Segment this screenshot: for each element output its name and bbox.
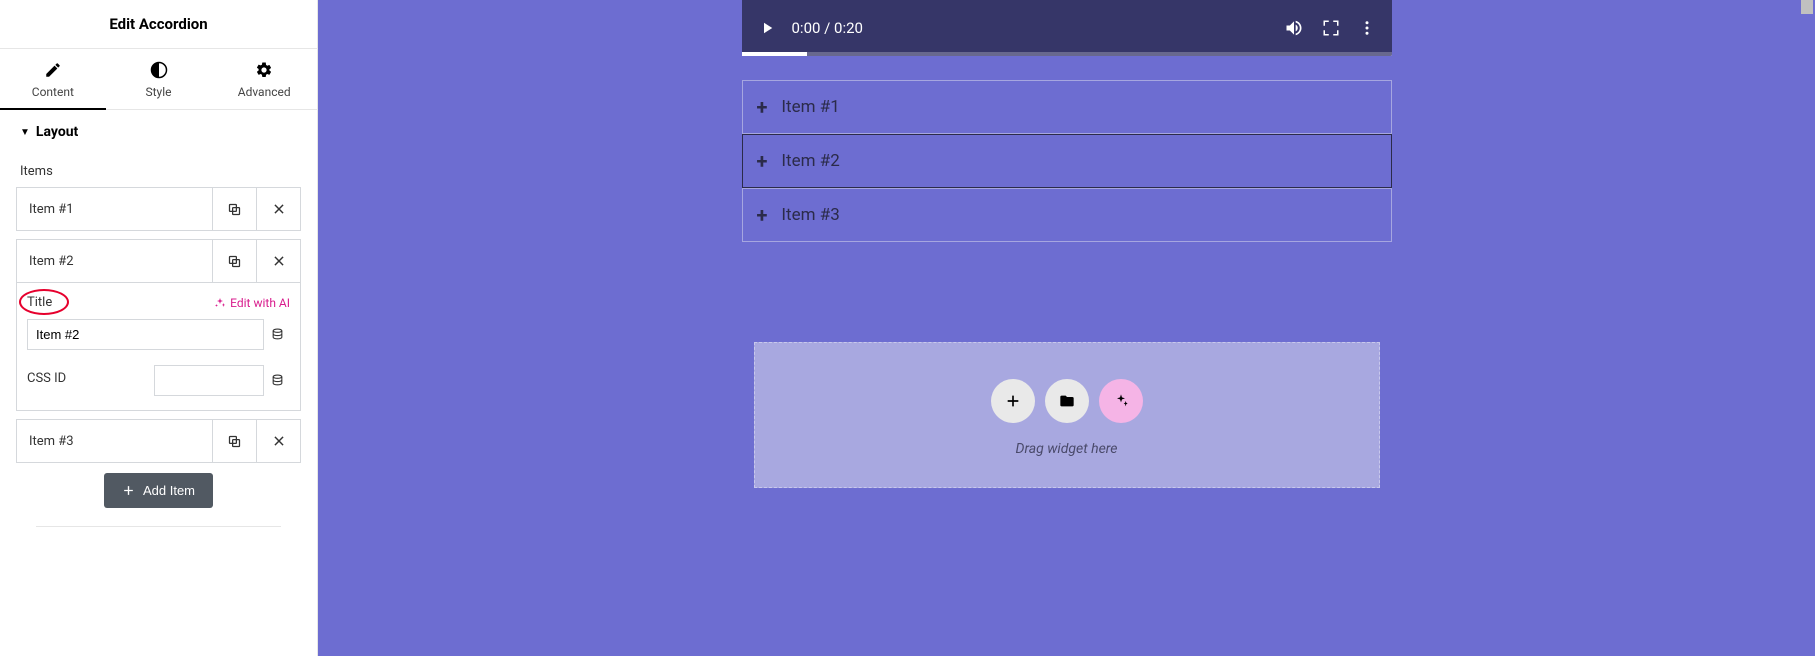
ai-generate-button[interactable] bbox=[1099, 379, 1143, 423]
add-widget-button[interactable] bbox=[991, 379, 1035, 423]
preview-canvas: 0:00 / 0:20 + Item #1 + Item #2 + Item #… bbox=[318, 0, 1815, 656]
database-icon bbox=[271, 374, 284, 387]
template-library-button[interactable] bbox=[1045, 379, 1089, 423]
plus-icon: + bbox=[757, 149, 768, 173]
title-input[interactable] bbox=[27, 319, 264, 350]
plus-icon: + bbox=[757, 203, 768, 227]
accordion-item-label: Item #1 bbox=[781, 97, 839, 117]
copy-icon bbox=[227, 254, 242, 269]
accordion-item[interactable]: + Item #2 bbox=[742, 134, 1392, 188]
video-player-controls: 0:00 / 0:20 bbox=[742, 0, 1392, 56]
section-layout-label: Layout bbox=[36, 124, 78, 140]
title-field-label: Title bbox=[27, 295, 52, 310]
pencil-icon bbox=[44, 61, 62, 79]
divider bbox=[36, 526, 281, 527]
contrast-icon bbox=[150, 61, 168, 79]
dropzone-text: Drag widget here bbox=[755, 441, 1379, 457]
dynamic-tags-button[interactable] bbox=[264, 364, 290, 396]
accordion-item-label: Item #2 bbox=[781, 151, 839, 171]
item-row-label[interactable]: Item #2 bbox=[17, 240, 212, 282]
items-label: Items bbox=[0, 146, 317, 187]
copy-icon bbox=[227, 202, 242, 217]
panel-tabs: Content Style Advanced bbox=[0, 49, 317, 110]
video-time: 0:00 / 0:20 bbox=[792, 19, 863, 37]
item-expanded-panel: Title Edit with AI CSS ID bbox=[16, 283, 301, 411]
plus-icon bbox=[122, 484, 135, 497]
database-icon bbox=[271, 328, 284, 341]
sparkle-icon bbox=[1113, 393, 1129, 409]
cssid-input[interactable] bbox=[154, 365, 264, 396]
tab-style[interactable]: Style bbox=[106, 49, 212, 109]
widget-dropzone[interactable]: Drag widget here bbox=[754, 342, 1380, 488]
sparkle-icon bbox=[214, 297, 226, 309]
close-icon bbox=[272, 202, 286, 216]
more-vertical-icon[interactable] bbox=[1358, 19, 1376, 37]
play-icon[interactable] bbox=[758, 19, 776, 37]
plus-icon: + bbox=[757, 95, 768, 119]
item-row-label[interactable]: Item #1 bbox=[17, 188, 212, 230]
item-row-label[interactable]: Item #3 bbox=[17, 420, 212, 462]
accordion-item[interactable]: + Item #3 bbox=[742, 188, 1392, 242]
dynamic-tags-button[interactable] bbox=[264, 318, 290, 350]
volume-icon[interactable] bbox=[1284, 18, 1304, 38]
duplicate-button[interactable] bbox=[212, 420, 256, 462]
delete-button[interactable] bbox=[256, 188, 300, 230]
gear-icon bbox=[255, 61, 273, 79]
caret-down-icon: ▼ bbox=[20, 127, 30, 138]
plus-icon bbox=[1005, 393, 1021, 409]
accordion-widget: + Item #1 + Item #2 + Item #3 bbox=[742, 80, 1392, 242]
items-list: Item #1 Item #2 Title bbox=[0, 187, 317, 527]
close-icon bbox=[272, 434, 286, 448]
close-icon bbox=[272, 254, 286, 268]
duplicate-button[interactable] bbox=[212, 240, 256, 282]
item-row: Item #2 bbox=[16, 239, 301, 283]
folder-icon bbox=[1059, 393, 1075, 409]
item-row: Item #3 bbox=[16, 419, 301, 463]
accordion-item-label: Item #3 bbox=[781, 205, 839, 225]
delete-button[interactable] bbox=[256, 240, 300, 282]
panel-title: Edit Accordion bbox=[0, 0, 317, 49]
accordion-item[interactable]: + Item #1 bbox=[742, 80, 1392, 134]
copy-icon bbox=[227, 434, 242, 449]
add-item-button[interactable]: Add Item bbox=[104, 473, 213, 508]
tab-advanced[interactable]: Advanced bbox=[211, 49, 317, 109]
edit-with-ai-link[interactable]: Edit with AI bbox=[214, 296, 290, 310]
editor-panel: Edit Accordion Content Style Advanced ▼ … bbox=[0, 0, 318, 656]
delete-button[interactable] bbox=[256, 420, 300, 462]
section-layout-header[interactable]: ▼ Layout bbox=[0, 110, 317, 146]
fullscreen-icon[interactable] bbox=[1322, 19, 1340, 37]
tab-content[interactable]: Content bbox=[0, 49, 106, 109]
duplicate-button[interactable] bbox=[212, 188, 256, 230]
scroll-marker[interactable] bbox=[1801, 0, 1813, 14]
cssid-label: CSS ID bbox=[27, 371, 66, 386]
item-row: Item #1 bbox=[16, 187, 301, 231]
